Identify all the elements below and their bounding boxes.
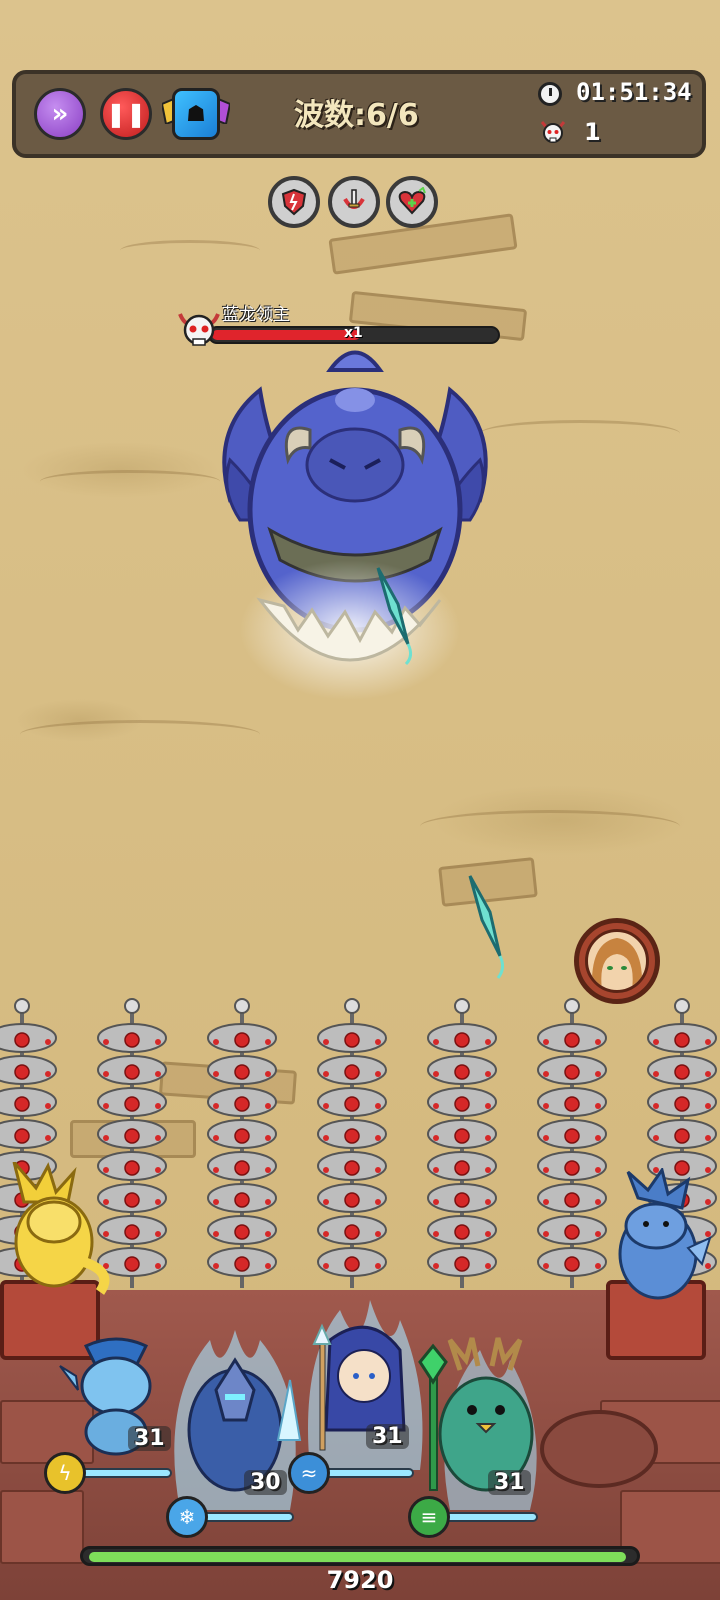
hero-card-button[interactable]: ☗ (172, 88, 220, 140)
unit-mana-bar (444, 1512, 538, 1522)
crystal-projectile (376, 567, 413, 666)
unit-mana-bar (80, 1468, 172, 1478)
wave-counter: 波数:6/6 (294, 98, 419, 133)
base-hp-value: 7920 (326, 1566, 394, 1594)
elf-face (585, 929, 649, 993)
lightning-icon: ϟ (44, 1452, 86, 1494)
fast-forward-button[interactable]: » (34, 88, 86, 140)
buff-shield-break[interactable] (268, 176, 320, 228)
spike-column (207, 998, 277, 1288)
buff-sword-up[interactable] (328, 176, 380, 228)
timer: 01:51:34 (576, 78, 692, 106)
wind-icon: ≡ (408, 1496, 450, 1538)
heart-heal-icon (398, 187, 426, 215)
blue-dragon-lord-boss[interactable] (200, 340, 510, 720)
pause-button[interactable]: ❚❚ (100, 88, 152, 140)
fast-forward-icon: » (51, 99, 69, 129)
clock-icon (538, 82, 562, 106)
forest-deer-unit[interactable] (400, 1330, 560, 1510)
sword-up-icon (343, 189, 365, 209)
base-hp-fill (89, 1552, 627, 1562)
pause-icon: ❚❚ (105, 100, 147, 128)
water-icon: ≈ (288, 1452, 330, 1494)
boss-hp-fill (212, 330, 360, 340)
boss-name: 蓝龙领主 (222, 305, 290, 325)
unit-level: 31 (128, 1426, 171, 1451)
shield-break-icon (281, 188, 307, 216)
crystal-projectile (468, 875, 505, 979)
kill-count: 1 (584, 118, 601, 146)
ice-crystal-icon: ❄ (166, 1496, 208, 1538)
gold-dragon-guardian[interactable] (4, 1162, 114, 1302)
hero-card-icon: ☗ (186, 101, 206, 127)
unit-level: 30 (244, 1470, 287, 1495)
top-hud: » ❚❚ ☗ 波数:6/6 01:51:34 1 (12, 70, 706, 158)
buff-heal[interactable] (386, 176, 438, 228)
unit-level: 31 (366, 1424, 409, 1449)
boss-hp-multiplier: x1 (344, 325, 363, 341)
unit-level: 31 (488, 1470, 531, 1495)
kill-skull-icon (540, 121, 566, 143)
unit-mana-bar (200, 1512, 294, 1522)
base-hp-bar (80, 1546, 640, 1566)
blue-dragon-guardian[interactable] (598, 1168, 714, 1308)
spike-column (427, 998, 497, 1288)
hero-portrait-elf[interactable] (574, 918, 660, 1004)
spike-column (317, 998, 387, 1288)
elf-face-icon (591, 938, 643, 990)
unit-mana-bar (322, 1468, 414, 1478)
